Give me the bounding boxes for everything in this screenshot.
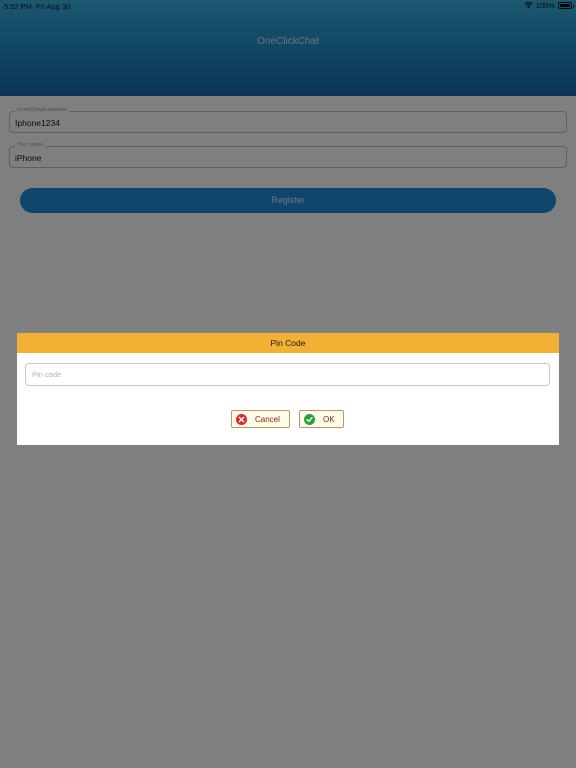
app-screen: 5:52 PM Fri Aug 30 100% OneClickChat <box>0 0 576 768</box>
dialog-title: Pin Code <box>17 333 559 353</box>
ok-button[interactable]: OK <box>299 410 344 428</box>
ok-check-icon <box>304 413 315 425</box>
pin-code-dialog: Pin Code Cancel OK <box>17 333 559 445</box>
pin-code-input[interactable] <box>25 363 550 386</box>
cancel-x-icon <box>236 413 247 425</box>
cancel-button[interactable]: Cancel <box>231 410 290 428</box>
ok-label: OK <box>323 414 335 424</box>
cancel-label: Cancel <box>255 414 280 424</box>
